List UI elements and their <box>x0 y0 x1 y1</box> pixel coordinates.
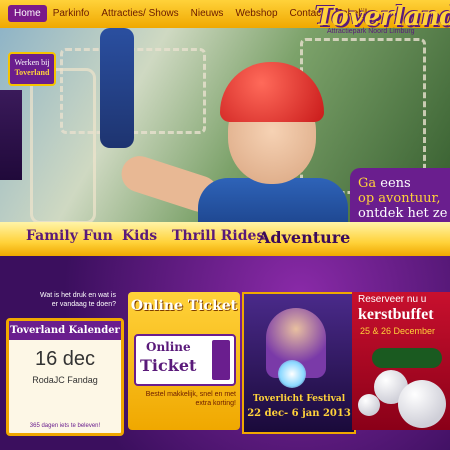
calendar-question: Wat is het druk en wat is er vandaag te … <box>40 292 116 308</box>
ticket-card-image: Online Ticket <box>134 334 236 386</box>
promo-line3: ontdek het ze <box>358 206 448 221</box>
kerstbuffet-panel[interactable]: Reserveer nu u kerstbuffet 25 & 26 Decem… <box>352 292 450 430</box>
nav-item-nieuws[interactable]: Nieuws <box>185 5 230 22</box>
online-ticket-panel[interactable]: Online Ticket Online Ticket Bestel makke… <box>128 292 240 430</box>
child-shirt <box>198 178 348 228</box>
werken-line1: Werken bij <box>14 58 50 67</box>
christmas-ball <box>358 394 380 416</box>
promo-line1-b: eens <box>380 176 411 191</box>
calendar-widget[interactable]: Toverland Kalender 16 dec RodaJC Fandag … <box>6 318 124 436</box>
calendar-event: RodaJC Fandag <box>32 375 98 385</box>
toverland-logo[interactable]: Toverland Attractiepark Noord Limburg <box>315 2 450 62</box>
promo-line1-a: Ga <box>358 176 381 191</box>
nav-item-attracties-shows[interactable]: Attracties/ Shows <box>95 5 184 22</box>
ticket-card-line2: Ticket <box>140 356 197 375</box>
toverlicht-festival-panel[interactable]: Toverlicht Festival 22 dec- 6 jan 2013 <box>242 292 356 434</box>
nav-item-webshop[interactable]: Webshop <box>229 5 283 22</box>
ticket-card-side-logo <box>212 340 230 380</box>
xmas-line3: 25 & 26 December <box>360 326 436 336</box>
tab-kids[interactable]: Kids <box>122 228 157 244</box>
werken-line2: Toverland <box>14 68 50 77</box>
pine-branch-decoration <box>372 348 442 368</box>
category-tabs: Family Fun Kids Thrill Rides Adventure <box>0 222 450 256</box>
promo-line1: Ga eens <box>358 176 450 191</box>
xmas-line1: Reserveer nu u <box>358 294 427 305</box>
nav-item-parkinfo[interactable]: Parkinfo <box>47 5 96 22</box>
magic-orb <box>278 360 306 388</box>
xmas-line2: kerstbuffet <box>358 306 434 323</box>
tab-adventure[interactable]: Adventure <box>258 228 350 247</box>
nav-item-home[interactable]: Home <box>8 5 47 22</box>
christmas-ball <box>398 380 446 428</box>
castle-tower-decoration <box>0 90 22 180</box>
ticket-description: Bestel makkelijk, snel en met extra kort… <box>145 391 236 407</box>
calendar-date: 16 dec <box>34 348 96 370</box>
werken-bij-toverland-button[interactable]: Werken bij Toverland <box>8 52 56 86</box>
calendar-header: Toverland Kalender <box>9 321 121 340</box>
climber-figure <box>100 28 134 148</box>
festival-dates: 22 dec- 6 jan 2013 <box>247 408 351 419</box>
ticket-title: Online Ticket <box>130 298 238 314</box>
calendar-footer: 365 dagen iets te beleven! <box>29 423 101 429</box>
tab-family-fun[interactable]: Family Fun <box>26 228 113 244</box>
ticket-card-line1: Online <box>146 340 191 354</box>
tab-thrill-rides[interactable]: Thrill Rides <box>172 228 264 244</box>
festival-title: Toverlicht Festival <box>252 394 346 404</box>
rope-net-decoration <box>30 68 96 224</box>
promo-line2: op avontuur, <box>358 191 441 206</box>
